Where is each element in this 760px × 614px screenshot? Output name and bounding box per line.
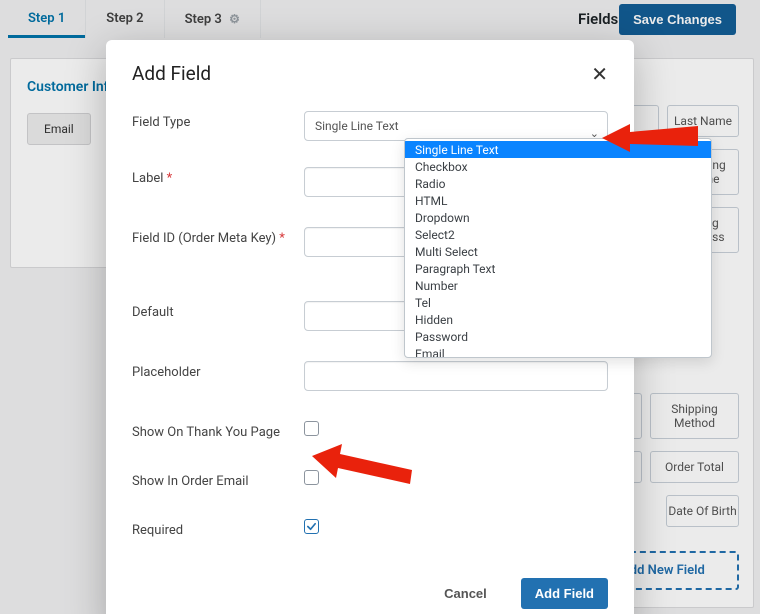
tab-step-2[interactable]: Step 2	[86, 0, 164, 38]
label-placeholder: Placeholder	[132, 361, 304, 380]
show-thankyou-checkbox[interactable]	[304, 421, 319, 436]
required-checkbox[interactable]	[304, 519, 319, 534]
tab-step-1[interactable]: Step 1	[8, 0, 86, 38]
field-type-dropdown-menu[interactable]: Single Line Text Checkbox Radio HTML Dro…	[404, 138, 712, 358]
dropdown-option[interactable]: Number	[405, 277, 711, 294]
add-field-modal: Add Field ✕ Field Type Single Line Text …	[106, 40, 634, 614]
cancel-button[interactable]: Cancel	[430, 578, 501, 609]
field-chip-order-total[interactable]: Order Total	[650, 451, 739, 483]
close-icon[interactable]: ✕	[591, 64, 608, 84]
field-chip-shipping-method[interactable]: Shipping Method	[650, 393, 739, 439]
dropdown-option[interactable]: Radio	[405, 175, 711, 192]
label-default: Default	[132, 301, 304, 320]
step-tabs: Step 1 Step 2 Step 3 ⚙ Save Changes	[0, 0, 760, 38]
field-chip-email[interactable]: Email	[27, 113, 91, 145]
dropdown-option[interactable]: Tel	[405, 294, 711, 311]
field-type-select[interactable]: Single Line Text ⌄	[304, 111, 608, 141]
label-label: Label *	[132, 167, 304, 186]
field-chip-dob[interactable]: Date Of Birth	[666, 495, 739, 527]
label-show-thankyou: Show On Thank You Page	[132, 421, 304, 440]
placeholder-input[interactable]	[304, 361, 608, 391]
dropdown-option[interactable]: Checkbox	[405, 158, 711, 175]
annotation-arrow-icon	[602, 118, 698, 158]
annotation-arrow-icon	[312, 444, 412, 486]
field-type-selected: Single Line Text	[315, 119, 399, 133]
dropdown-option[interactable]: Email	[405, 345, 711, 358]
label-field-id: Field ID (Order Meta Key) *	[132, 227, 304, 246]
dropdown-option[interactable]: Dropdown	[405, 209, 711, 226]
dropdown-option[interactable]: Paragraph Text	[405, 260, 711, 277]
fields-section-title: Fields	[578, 10, 618, 28]
label-field-type: Field Type	[132, 111, 304, 130]
label-required: Required	[132, 519, 304, 538]
dropdown-option[interactable]: Hidden	[405, 311, 711, 328]
save-changes-button[interactable]: Save Changes	[619, 4, 736, 35]
modal-title: Add Field	[132, 62, 211, 85]
gear-icon: ⚙	[229, 12, 240, 26]
add-field-submit-button[interactable]: Add Field	[521, 578, 608, 609]
dropdown-option[interactable]: HTML	[405, 192, 711, 209]
label-show-email: Show In Order Email	[132, 470, 304, 489]
dropdown-option[interactable]: Password	[405, 328, 711, 345]
dropdown-option[interactable]: Multi Select	[405, 243, 711, 260]
dropdown-option[interactable]: Select2	[405, 226, 711, 243]
tab-step-3[interactable]: Step 3 ⚙	[165, 0, 261, 38]
